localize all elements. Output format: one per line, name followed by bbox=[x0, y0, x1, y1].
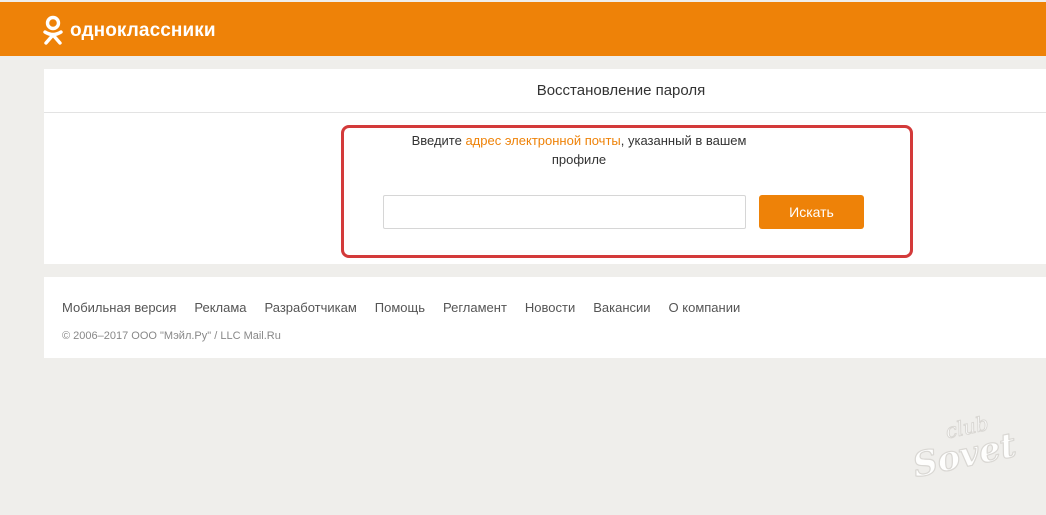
email-input[interactable] bbox=[383, 195, 746, 229]
copyright: © 2006–2017 ООО "Мэйл.Ру" / LLC Mail.Ru bbox=[62, 330, 281, 342]
page-title: Восстановление пароля bbox=[536, 82, 706, 99]
footer-link-mobile[interactable]: Мобильная версия bbox=[62, 300, 176, 315]
footer-link-developers[interactable]: Разработчикам bbox=[265, 300, 357, 315]
footer-link-news[interactable]: Новости bbox=[525, 300, 575, 315]
top-bar: одноклассники bbox=[0, 2, 1046, 56]
recovery-prompt: Введите адрес электронной почты, указанн… bbox=[390, 131, 768, 169]
footer-link-jobs[interactable]: Вакансии bbox=[593, 300, 650, 315]
email-address-link[interactable]: адрес электронной почты bbox=[465, 133, 620, 148]
footer-link-rules[interactable]: Регламент bbox=[443, 300, 507, 315]
footer-link-about[interactable]: О компании bbox=[669, 300, 741, 315]
site-logo[interactable]: одноклассники bbox=[42, 14, 216, 48]
ok-icon bbox=[42, 15, 64, 47]
search-button[interactable]: Искать bbox=[759, 195, 864, 229]
logo-text: одноклассники bbox=[70, 20, 216, 41]
recovery-header: Восстановление пароля bbox=[44, 69, 1046, 113]
prompt-text-before: Введите bbox=[411, 133, 466, 148]
footer-links: Мобильная версия Реклама Разработчикам П… bbox=[62, 300, 740, 315]
footer-link-ads[interactable]: Реклама bbox=[194, 300, 246, 315]
watermark-logo: club Sovet bbox=[908, 410, 1021, 486]
footer: Мобильная версия Реклама Разработчикам П… bbox=[44, 277, 1046, 358]
footer-link-help[interactable]: Помощь bbox=[375, 300, 425, 315]
